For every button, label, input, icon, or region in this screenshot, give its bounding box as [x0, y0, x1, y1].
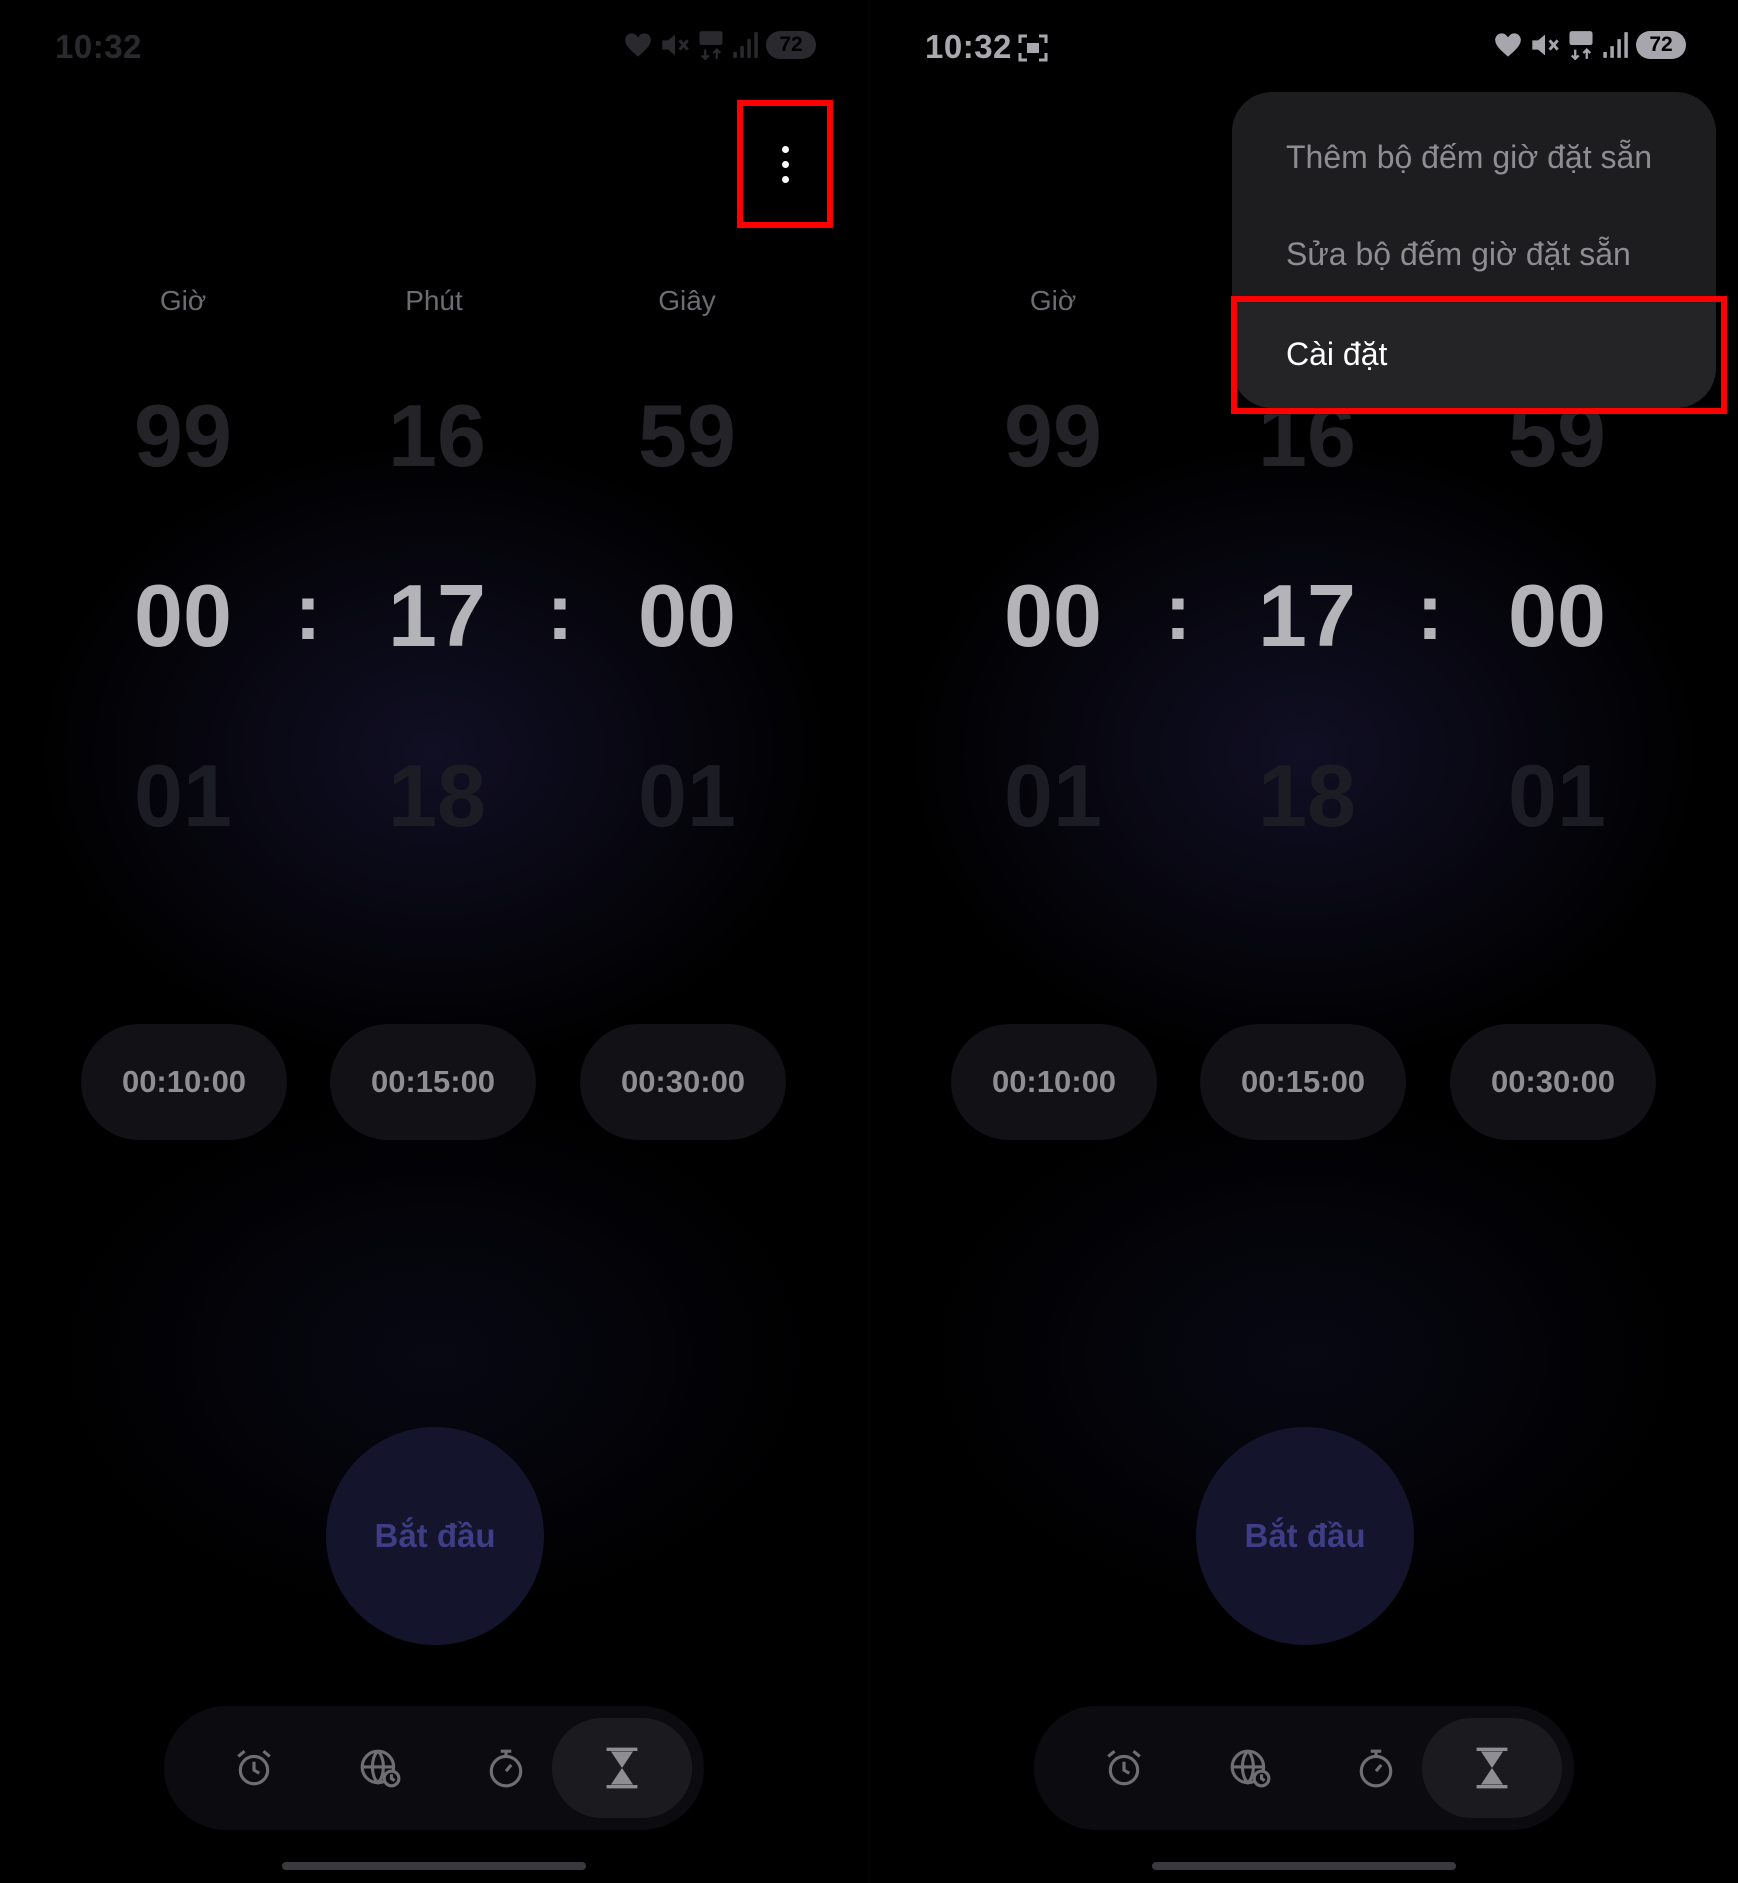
minutes-current-value[interactable]: 17 — [347, 565, 527, 667]
heart-icon — [1495, 33, 1521, 57]
preset-button[interactable]: 00:30:00 — [580, 1024, 786, 1140]
status-bar: 10:32 72 — [870, 22, 1738, 72]
nav-timer[interactable] — [552, 1718, 692, 1818]
mute-icon — [1532, 34, 1559, 56]
minutes-next-value[interactable]: 18 — [347, 745, 527, 847]
hours-label: Giờ — [1029, 285, 1077, 316]
preset-button[interactable]: 00:10:00 — [951, 1024, 1157, 1140]
stopwatch-icon — [489, 1749, 523, 1788]
seconds-current-value[interactable]: 00 — [597, 565, 777, 667]
seconds-current-value[interactable]: 00 — [1467, 565, 1647, 667]
battery-indicator: 72 — [766, 31, 816, 59]
time-separator: : — [1164, 567, 1192, 656]
bottom-nav — [164, 1706, 704, 1830]
signal-icon — [1603, 32, 1628, 58]
time-separator: : — [294, 567, 322, 656]
screenshot-icon — [1018, 34, 1048, 62]
status-time: 10:32 — [925, 28, 1012, 65]
minutes-prev-value[interactable]: 16 — [347, 385, 527, 487]
start-button[interactable]: Bắt đầu — [326, 1427, 544, 1645]
status-time: 10:32 — [55, 28, 142, 65]
home-indicator[interactable] — [1152, 1862, 1456, 1870]
minutes-label: Phút — [405, 285, 463, 316]
menu-item-add-preset[interactable]: Thêm bộ đếm giờ đặt sẵn — [1232, 111, 1716, 203]
seconds-next-value[interactable]: 01 — [1467, 745, 1647, 847]
hours-current-value[interactable]: 00 — [963, 565, 1143, 667]
status-bar: 10:32 72 — [0, 22, 868, 72]
world-clock-icon — [1230, 1749, 1271, 1788]
minutes-current-value[interactable]: 17 — [1217, 565, 1397, 667]
mute-icon — [662, 34, 689, 56]
preset-button[interactable]: 00:10:00 — [81, 1024, 287, 1140]
5g-icon — [699, 31, 723, 60]
home-indicator[interactable] — [282, 1862, 586, 1870]
status-icons: 72 — [1494, 30, 1686, 60]
preset-button[interactable]: 00:15:00 — [330, 1024, 536, 1140]
nav-world-clock[interactable] — [310, 1718, 450, 1818]
hours-current-value[interactable]: 00 — [93, 565, 273, 667]
timer-icon — [606, 1747, 638, 1789]
battery-indicator: 72 — [1636, 31, 1686, 59]
heart-icon — [625, 33, 651, 57]
highlight-box — [1231, 296, 1727, 414]
hours-next-value[interactable]: 01 — [93, 745, 273, 847]
5g-icon — [1569, 31, 1593, 60]
seconds-prev-value[interactable]: 59 — [597, 385, 777, 487]
nav-alarm[interactable] — [184, 1718, 324, 1818]
nav-alarm[interactable] — [1054, 1718, 1194, 1818]
alarm-icon — [237, 1749, 271, 1786]
menu-item-edit-preset[interactable]: Sửa bộ đếm giờ đặt sẵn — [1232, 208, 1716, 300]
stopwatch-icon — [1359, 1749, 1393, 1788]
nav-world-clock[interactable] — [1180, 1718, 1320, 1818]
seconds-label: Giây — [658, 285, 716, 316]
highlight-box — [737, 100, 833, 228]
timer-screen-left: 10:32 72 Giờ Phút Giây 99 16 59 00 : 17 … — [0, 0, 868, 1883]
seconds-next-value[interactable]: 01 — [597, 745, 777, 847]
alarm-icon — [1107, 1749, 1141, 1786]
hours-prev-value[interactable]: 99 — [963, 385, 1143, 487]
hours-next-value[interactable]: 01 — [963, 745, 1143, 847]
nav-timer[interactable] — [1422, 1718, 1562, 1818]
preset-button[interactable]: 00:15:00 — [1200, 1024, 1406, 1140]
status-icons: 72 — [624, 30, 816, 60]
signal-icon — [733, 32, 758, 58]
minutes-next-value[interactable]: 18 — [1217, 745, 1397, 847]
time-separator: : — [1416, 567, 1444, 656]
hours-prev-value[interactable]: 99 — [93, 385, 273, 487]
time-separator: : — [546, 567, 574, 656]
timer-icon — [1476, 1747, 1508, 1789]
world-clock-icon — [360, 1749, 401, 1788]
start-button[interactable]: Bắt đầu — [1196, 1427, 1414, 1645]
preset-button[interactable]: 00:30:00 — [1450, 1024, 1656, 1140]
bottom-nav — [1034, 1706, 1574, 1830]
hours-label: Giờ — [159, 285, 207, 316]
